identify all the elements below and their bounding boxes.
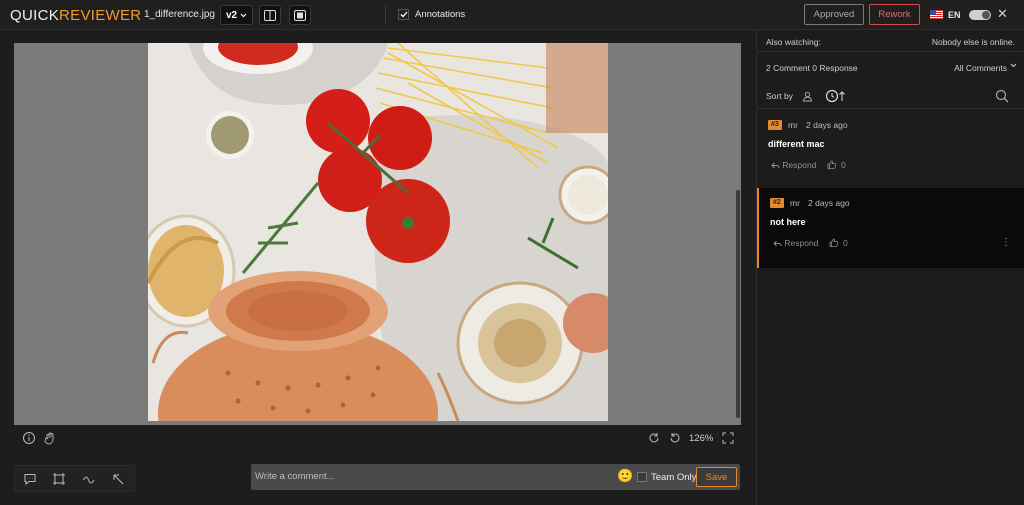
- search-icon[interactable]: [995, 89, 1009, 103]
- sort-by-time-icon[interactable]: [825, 89, 847, 103]
- arrow-tool-icon[interactable]: [111, 472, 125, 486]
- fullscreen-icon[interactable]: [721, 431, 735, 445]
- comment-author: mr: [788, 120, 798, 130]
- thumbs-up-icon[interactable]: [827, 160, 836, 169]
- like-count: 0: [843, 238, 848, 248]
- annotation-tools: [14, 465, 135, 492]
- comment-counts: 2 Comment 0 Response: [766, 63, 858, 73]
- reply-icon: [773, 240, 782, 247]
- comment-time: 2 days ago: [808, 198, 850, 208]
- annotations-label: Annotations: [415, 9, 466, 20]
- food-photo-illustration: [148, 43, 608, 421]
- respond-label: Respond: [784, 238, 819, 248]
- split-view-icon: [264, 9, 276, 21]
- toolbar-divider: [385, 6, 386, 24]
- save-button[interactable]: Save: [696, 467, 737, 487]
- version-label: v2: [225, 9, 238, 21]
- us-flag-icon[interactable]: [930, 10, 943, 19]
- comment-item[interactable]: #3 mr 2 days ago different mac Respond 0: [757, 110, 1024, 190]
- logo-accent: REVIEWER: [59, 7, 142, 24]
- comment-text: different mac: [768, 139, 825, 149]
- team-only-checkbox[interactable]: [637, 472, 647, 482]
- comments-summary-row: 2 Comment 0 Response All Comments: [757, 60, 1024, 76]
- comment-input[interactable]: [255, 469, 605, 483]
- info-icon[interactable]: [22, 431, 36, 445]
- close-icon[interactable]: ✕: [997, 6, 1008, 22]
- overlay-view-button[interactable]: [289, 5, 311, 25]
- reply-icon: [771, 162, 780, 169]
- comment-number-badge: #3: [768, 120, 782, 130]
- chevron-down-icon: [240, 13, 247, 17]
- comments-sidebar: Also watching: Nobody else is online. 2 …: [756, 30, 1024, 505]
- also-watching-label: Also watching:: [766, 37, 821, 47]
- rotate-right-icon[interactable]: [647, 431, 661, 445]
- sort-by-label: Sort by: [766, 91, 793, 101]
- comment-number-badge: #2: [770, 198, 784, 208]
- logo-main: QUICK: [10, 7, 60, 24]
- rework-button[interactable]: Rework: [869, 4, 920, 25]
- image-canvas[interactable]: [14, 43, 741, 425]
- version-dropdown[interactable]: v2: [220, 5, 253, 25]
- hand-pan-icon[interactable]: [43, 431, 57, 445]
- checkmark-icon: [400, 11, 407, 18]
- annotations-checkbox[interactable]: [398, 9, 409, 20]
- respond-button[interactable]: Respond: [773, 238, 818, 248]
- chevron-down-icon[interactable]: [1010, 63, 1017, 68]
- presence-row: Also watching: Nobody else is online.: [757, 30, 1024, 52]
- app-logo[interactable]: QUICKREVIEWER: [10, 7, 141, 24]
- zoom-level[interactable]: 126%: [689, 433, 713, 444]
- team-only-label: Team Only: [651, 472, 697, 483]
- overlay-view-icon: [294, 9, 306, 21]
- rectangle-tool-icon[interactable]: [52, 472, 66, 486]
- thumbs-up-icon[interactable]: [829, 238, 838, 247]
- more-options-icon[interactable]: ⋮: [1001, 237, 1011, 248]
- online-status: Nobody else is online.: [931, 37, 1015, 47]
- emoji-icon[interactable]: 🙂: [617, 469, 633, 483]
- comment-author: mr: [790, 198, 800, 208]
- canvas-scrollbar[interactable]: [736, 190, 740, 418]
- review-image[interactable]: [148, 43, 608, 421]
- sort-row: Sort by: [757, 87, 1024, 109]
- comment-text: not here: [770, 217, 806, 227]
- like-count: 0: [841, 160, 846, 170]
- respond-label: Respond: [782, 160, 817, 170]
- toggle-knob: [982, 11, 990, 19]
- comment-tool-icon[interactable]: [23, 472, 37, 486]
- comment-time: 2 days ago: [806, 120, 848, 130]
- rotate-left-icon[interactable]: [668, 431, 682, 445]
- freehand-tool-icon[interactable]: [82, 472, 96, 486]
- sort-by-user-icon[interactable]: [802, 91, 813, 102]
- respond-button[interactable]: Respond: [771, 160, 816, 170]
- comment-filter-dropdown[interactable]: All Comments: [954, 63, 1007, 73]
- top-bar: QUICKREVIEWER 1_difference.jpg v2 Annota…: [0, 0, 1024, 30]
- split-view-button[interactable]: [259, 5, 281, 25]
- language-selector[interactable]: EN: [948, 10, 961, 20]
- canvas-toolbar: [14, 428, 741, 448]
- app-window: QUICKREVIEWER 1_difference.jpg v2 Annota…: [0, 0, 1024, 505]
- file-name: 1_difference.jpg: [144, 9, 215, 20]
- theme-toggle[interactable]: [969, 10, 991, 20]
- comment-composer: 🙂 Team Only Save: [251, 464, 740, 490]
- approved-button[interactable]: Approved: [804, 4, 864, 25]
- comment-item-selected[interactable]: #2 mr 2 days ago not here Respond 0 ⋮: [757, 188, 1024, 268]
